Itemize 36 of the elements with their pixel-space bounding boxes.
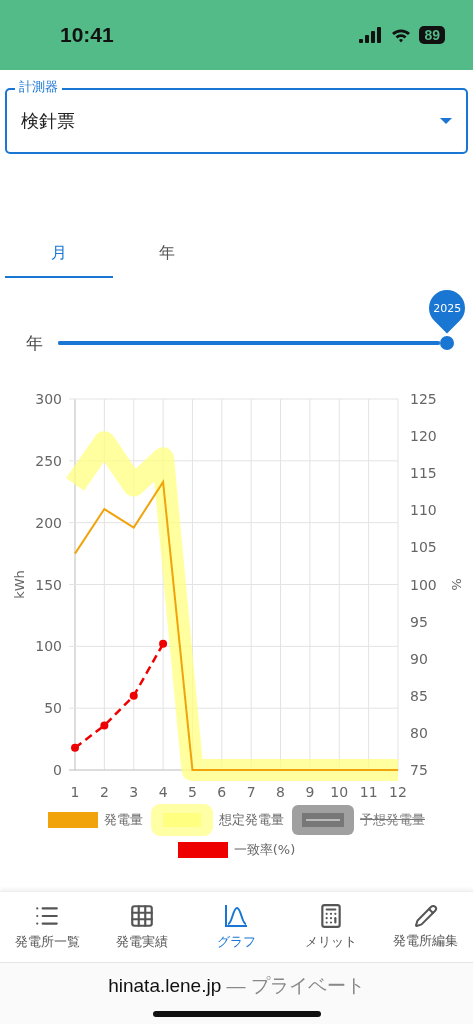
battery-level: 89	[419, 26, 445, 44]
axis-tick-label: 90	[410, 650, 428, 667]
axis-tick-label: 10	[330, 784, 349, 800]
axis-tick-label: 7	[246, 784, 256, 800]
axis-tick-label: 105	[410, 539, 437, 556]
axis-tick-label: 100	[410, 576, 437, 593]
axis-tick-label: 3	[129, 784, 139, 800]
axis-tick-label: 50	[44, 700, 62, 717]
status-time: 10:41	[60, 23, 114, 47]
axis-tick-label: 100	[35, 638, 62, 655]
axis-tick-label: 11	[359, 784, 378, 800]
field-label: 計測器	[15, 78, 62, 96]
axis-tick-label: 95	[410, 613, 428, 630]
axis-tick-label: 80	[410, 724, 428, 741]
axis-tick-label: 9	[305, 784, 315, 800]
axis-tick-label: 150	[35, 576, 62, 593]
axis-tick-label: 200	[35, 514, 62, 531]
axis-tick-label: 125	[410, 391, 437, 407]
axis-tick-label: 0	[53, 762, 62, 778]
axis-tick-label: 110	[410, 502, 437, 519]
axis-tick-label: 85	[410, 687, 428, 704]
axis-tick-label: 4	[158, 784, 168, 800]
axis-tick-label: 300	[35, 391, 62, 407]
axis-tick-label: 75	[410, 762, 428, 778]
axis-title: kWh	[12, 570, 27, 599]
axis-tick-label: 5	[188, 784, 197, 800]
axis-tick-label: 2	[99, 784, 109, 800]
axis-title: %	[449, 578, 464, 591]
axis-tick-label: 12	[389, 784, 407, 800]
axis-tick-label: 6	[217, 784, 227, 800]
axis-tick-label: 8	[276, 784, 285, 800]
axis-tick-label: 120	[410, 428, 437, 445]
axis-tick-label: 1	[70, 784, 80, 800]
slider-label: 年	[26, 331, 43, 355]
axis-tick-label: 115	[410, 465, 437, 482]
axis-tick-label: 250	[35, 452, 62, 469]
